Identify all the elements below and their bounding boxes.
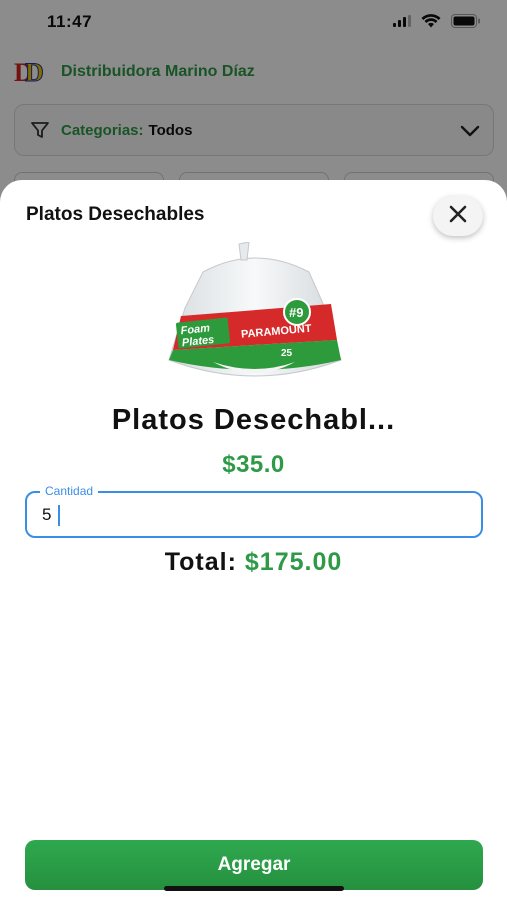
add-button[interactable]: Agregar xyxy=(25,840,483,890)
quantity-label: Cantidad xyxy=(40,484,99,498)
close-button[interactable] xyxy=(433,196,483,236)
home-indicator xyxy=(164,886,344,891)
quantity-input[interactable] xyxy=(42,501,462,529)
bag-size-text: #9 xyxy=(289,305,303,320)
total-value: $175.00 xyxy=(244,548,343,576)
close-icon xyxy=(448,204,468,229)
total-row: Total: $175.00 xyxy=(0,548,507,577)
product-price: $35.0 xyxy=(222,451,285,478)
sheet-title: Platos Desechables xyxy=(26,204,205,225)
bag-count-text: 25 xyxy=(281,348,293,359)
quantity-field[interactable]: Cantidad xyxy=(25,484,483,538)
product-image: Foam Plates PARAMOUNT #9 25 xyxy=(163,241,347,392)
product-name: Platos Desechabl... xyxy=(111,404,396,436)
text-caret xyxy=(58,505,60,526)
total-label: Total: xyxy=(164,548,237,576)
product-bottom-sheet: Platos Desechables Foam Plates PARAMOUNT xyxy=(0,180,507,900)
